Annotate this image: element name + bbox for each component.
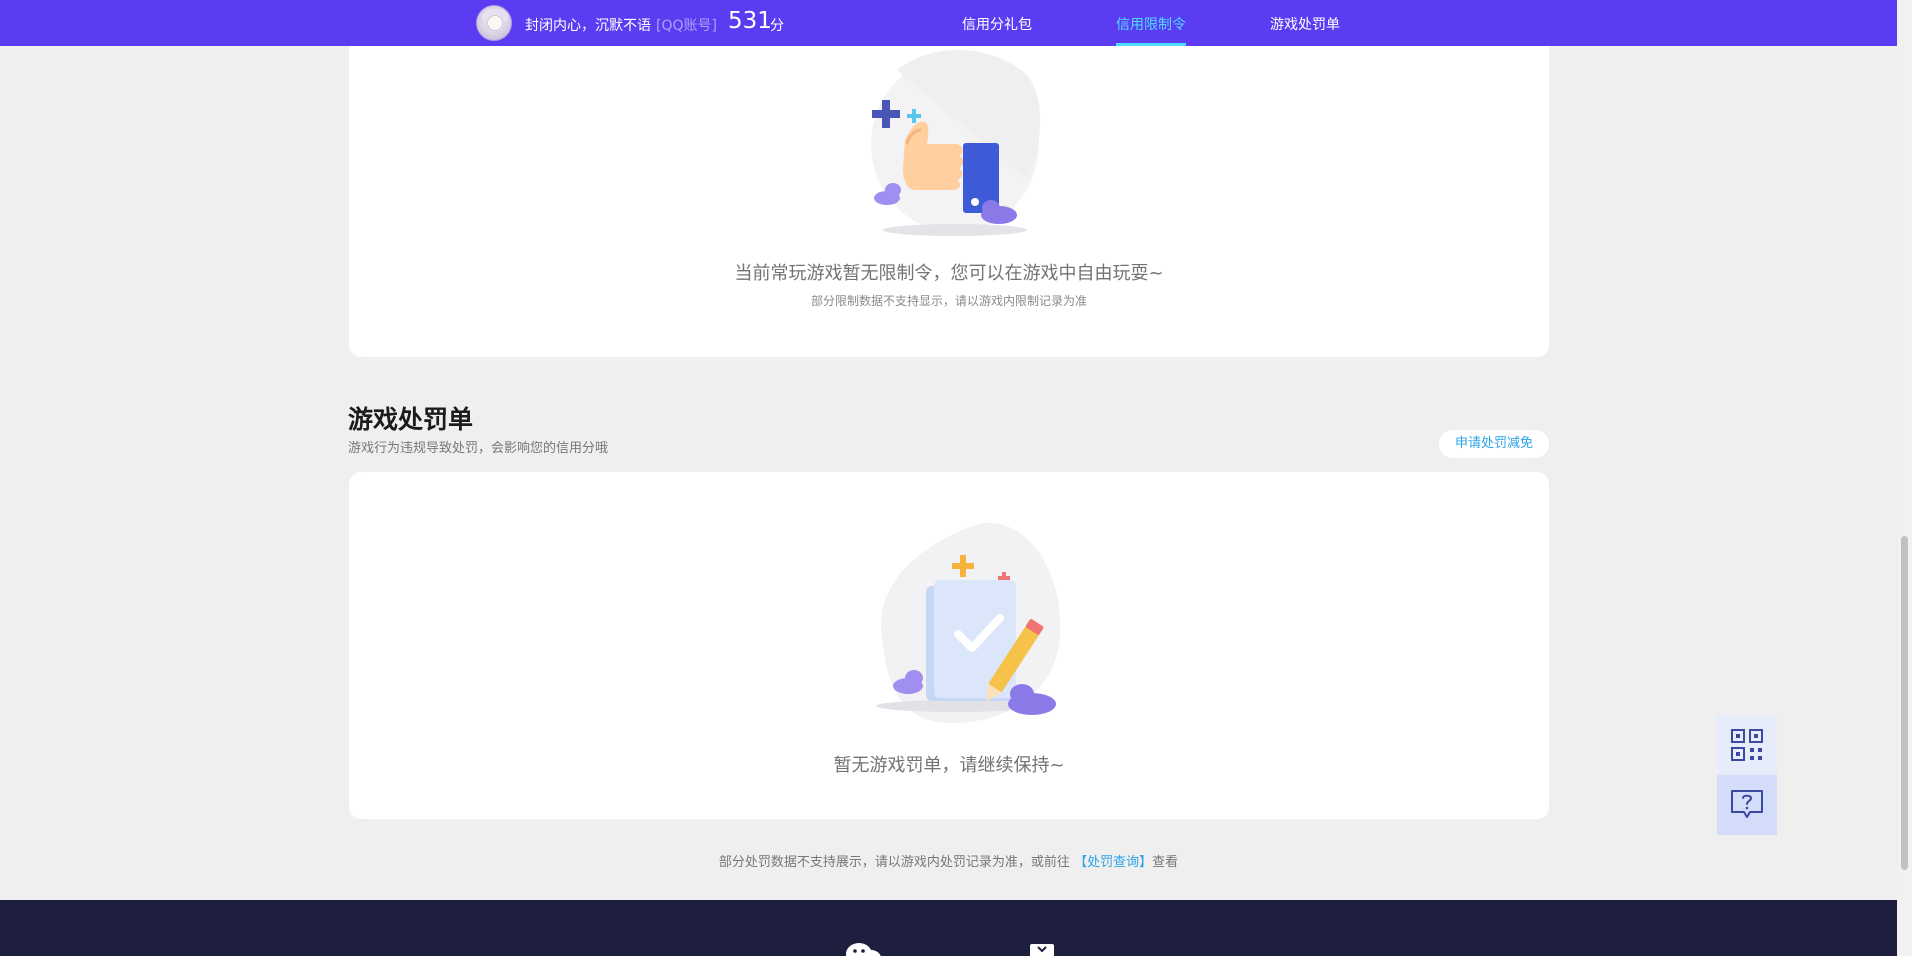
restriction-note: 部分限制数据不支持显示，请以游戏内限制记录为准 [810,294,1087,308]
page-footer [0,900,1897,956]
username: 封闭内心，沉默不语 [525,18,651,34]
penalty-query-link[interactable]: 【处罚查询】 [1074,855,1152,870]
help-feedback-button[interactable] [1717,775,1777,835]
checked-document-illustration [876,522,1061,723]
thumbs-up-illustration [871,50,1041,236]
credit-score: 531 [728,8,772,34]
avatar[interactable] [476,5,512,41]
tab-credit-restriction[interactable]: 信用限制令 [1116,14,1186,34]
tab-credit-gift[interactable]: 信用分礼包 [962,14,1032,34]
avatar-face [487,15,503,31]
help-chat-icon [1731,790,1763,818]
apply-penalty-reduction-button[interactable]: 申请处罚减免 [1439,430,1549,458]
qr-code-button[interactable] [1717,715,1777,775]
restriction-card: 当前常玩游戏暂无限制令，您可以在游戏中自由玩耍~ 部分限制数据不支持显示，请以游… [349,20,1549,357]
penalty-section-description: 游戏行为违规导致处罚，会影响您的信用分哦 [348,441,609,456]
credit-score-unit: 分 [770,18,784,34]
active-tab-indicator [1116,43,1186,46]
restriction-empty-message: 当前常玩游戏暂无限制令，您可以在游戏中自由玩耍~ [734,263,1164,284]
penalty-card: 暂无游戏罚单，请继续保持~ [349,472,1549,819]
penalty-empty-message: 暂无游戏罚单，请继续保持~ [833,755,1065,776]
qr-code-icon [1731,729,1763,761]
wechat-icon[interactable] [845,940,881,956]
penalty-footer-note: 部分处罚数据不支持展示，请以游戏内处罚记录为准，或前往 【处罚查询】查看 [0,851,1897,870]
account-type-tag: [QQ账号] [656,18,717,34]
footer-note-prefix: 部分处罚数据不支持展示，请以游戏内处罚记录为准，或前往 [718,855,1070,870]
scrollbar-thumb[interactable] [1901,536,1908,870]
tab-game-penalty[interactable]: 游戏处罚单 [1270,14,1340,34]
box-icon[interactable] [1030,944,1054,956]
penalty-section-title: 游戏处罚单 [348,405,474,434]
footer-note-suffix: 查看 [1152,855,1179,870]
top-nav-bar: 封闭内心，沉默不语 [QQ账号] 531 分 信用分礼包 信用限制令 游戏处罚单 [0,0,1897,46]
